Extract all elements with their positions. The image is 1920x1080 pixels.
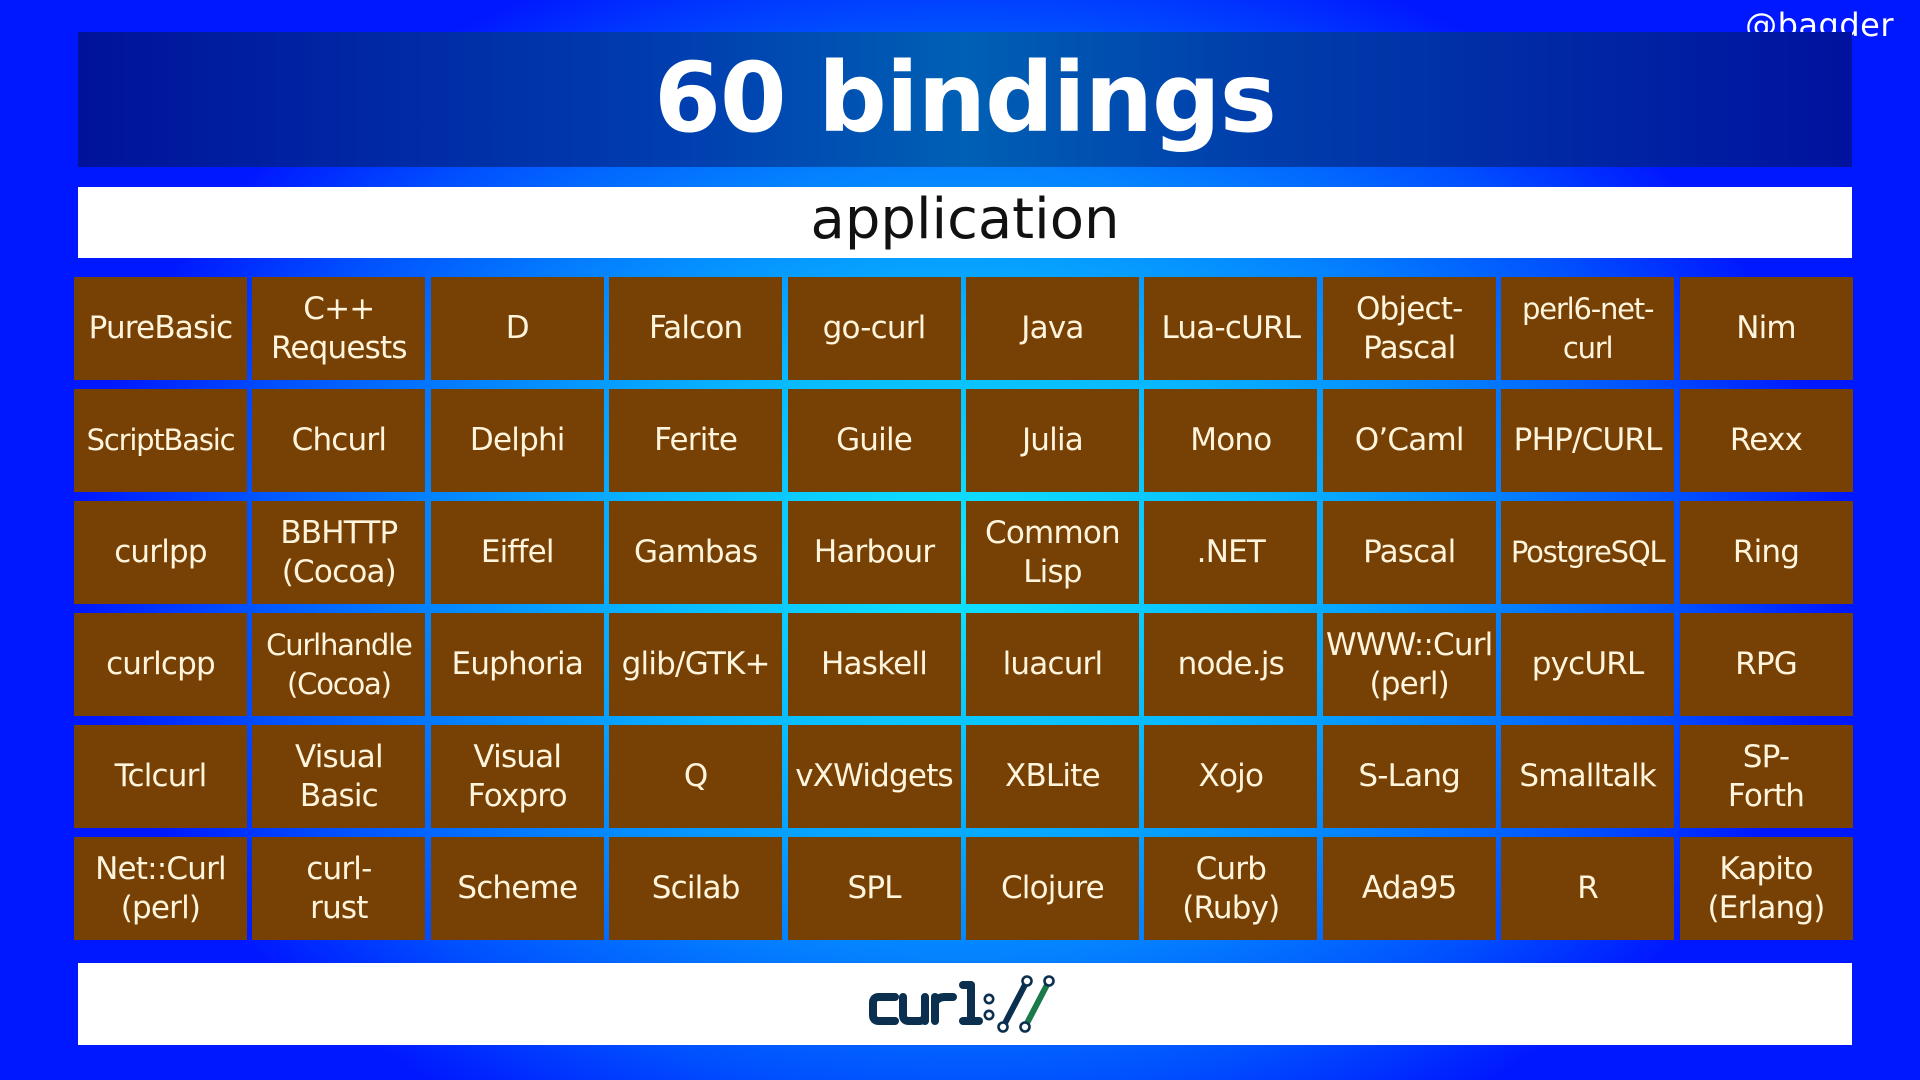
library-layer-box: curl:// — [78, 963, 1852, 1045]
binding-cell: perl6-net- curl — [1501, 277, 1675, 380]
binding-cell: R — [1501, 837, 1675, 940]
binding-cell: go-curl — [787, 277, 961, 380]
binding-cell: C++ Requests — [252, 277, 426, 380]
slide-title: 60 bindings — [654, 41, 1277, 154]
binding-cell: Ring — [1679, 501, 1853, 604]
binding-cell: curlpp — [74, 501, 247, 604]
binding-cell: XBLite — [965, 725, 1139, 828]
binding-cell: Falcon — [609, 277, 783, 380]
binding-cell: Nim — [1679, 277, 1853, 380]
binding-cell: Ada95 — [1322, 837, 1496, 940]
binding-cell: Kapito (Erlang) — [1679, 837, 1853, 940]
binding-cell: Visual Basic — [252, 725, 426, 828]
binding-cell: Haskell — [787, 613, 961, 716]
binding-cell: Tclcurl — [74, 725, 247, 828]
binding-cell: Scilab — [609, 837, 783, 940]
binding-cell: Harbour — [787, 501, 961, 604]
binding-cell: Gambas — [609, 501, 783, 604]
binding-cell: ScriptBasic — [74, 389, 247, 492]
binding-cell: node.js — [1144, 613, 1318, 716]
binding-cell: Net::Curl (perl) — [74, 837, 247, 940]
title-banner: 60 bindings — [78, 32, 1852, 167]
binding-cell: RPG — [1679, 613, 1853, 716]
binding-cell: Scheme — [430, 837, 604, 940]
binding-cell: .NET — [1144, 501, 1318, 604]
binding-cell: Xojo — [1144, 725, 1318, 828]
binding-cell: curl- rust — [252, 837, 426, 940]
binding-cell: Mono — [1144, 389, 1318, 492]
binding-cell: Common Lisp — [965, 501, 1139, 604]
binding-cell: SPL — [787, 837, 961, 940]
binding-cell: PureBasic — [74, 277, 247, 380]
binding-cell: Euphoria — [430, 613, 604, 716]
binding-cell: O’Caml — [1322, 389, 1496, 492]
binding-cell: Curb (Ruby) — [1144, 837, 1318, 940]
binding-cell: glib/GTK+ — [609, 613, 783, 716]
curl-logo-icon: curl:// — [869, 975, 1055, 1033]
binding-cell: luacurl — [965, 613, 1139, 716]
binding-cell: Smalltalk — [1501, 725, 1675, 828]
binding-cell: Lua-cURL — [1144, 277, 1318, 380]
binding-cell: Eiffel — [430, 501, 604, 604]
binding-cell: pycURL — [1501, 613, 1675, 716]
binding-cell: Object- Pascal — [1322, 277, 1496, 380]
binding-cell: Rexx — [1679, 389, 1853, 492]
binding-cell: PHP/CURL — [1501, 389, 1675, 492]
application-layer-label: application — [810, 186, 1120, 252]
binding-cell: vXWidgets — [787, 725, 961, 828]
binding-cell: Pascal — [1322, 501, 1496, 604]
binding-cell: SP- Forth — [1679, 725, 1853, 828]
binding-cell: PostgreSQL — [1501, 501, 1675, 604]
binding-cell: WWW::Curl (perl) — [1322, 613, 1496, 716]
binding-cell: Delphi — [430, 389, 604, 492]
binding-cell: BBHTTP (Cocoa) — [252, 501, 426, 604]
binding-cell: Q — [609, 725, 783, 828]
application-layer-box: application — [78, 187, 1852, 258]
binding-cell: S-Lang — [1322, 725, 1496, 828]
binding-cell: D — [430, 277, 604, 380]
binding-cell: Chcurl — [252, 389, 426, 492]
binding-cell: Java — [965, 277, 1139, 380]
binding-cell: Curlhandle (Cocoa) — [252, 613, 426, 716]
binding-cell: Guile — [787, 389, 961, 492]
binding-cell: Julia — [965, 389, 1139, 492]
binding-cell: Clojure — [965, 837, 1139, 940]
binding-cell: Ferite — [609, 389, 783, 492]
bindings-grid: PureBasic C++ Requests D Falcon go-curl Java L… — [74, 277, 1853, 940]
binding-cell: Visual Foxpro — [430, 725, 604, 828]
binding-cell: curlcpp — [74, 613, 247, 716]
